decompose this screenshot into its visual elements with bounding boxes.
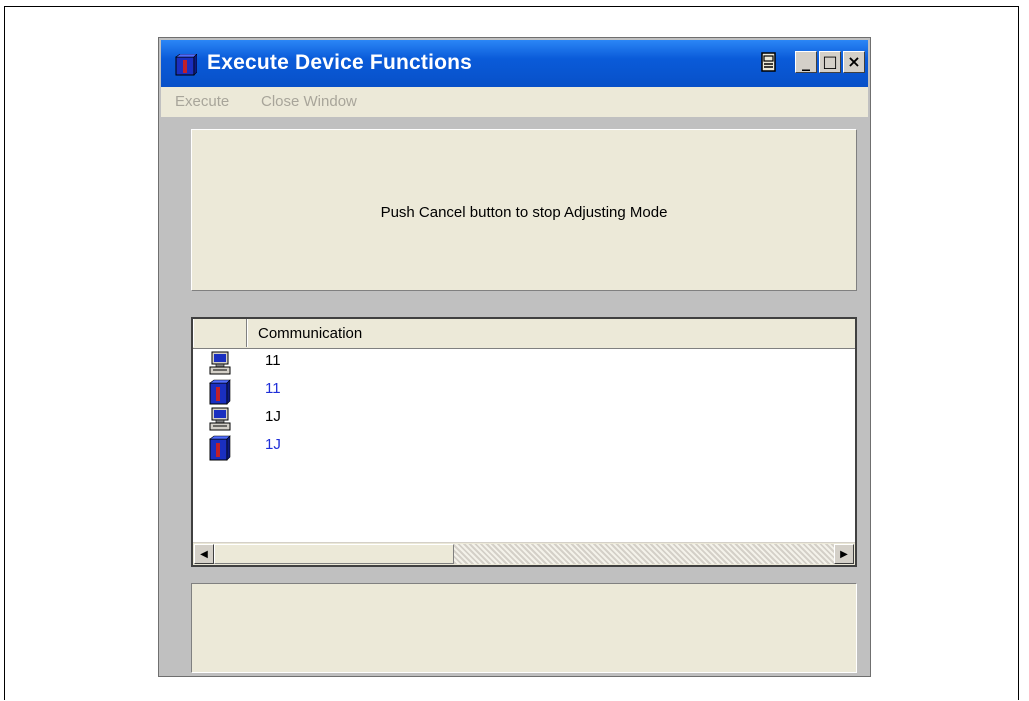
column-header-label: Communication	[258, 325, 363, 342]
column-header-communication[interactable]: Communication	[247, 319, 855, 347]
title-bar[interactable]: Execute Device Functions _ □ ×	[161, 40, 868, 87]
list-item[interactable]: 11	[193, 349, 855, 377]
minimize-button[interactable]: _	[795, 51, 817, 73]
device-block-icon	[209, 435, 231, 461]
menu-execute[interactable]: Execute	[175, 93, 229, 110]
arrow-right-icon: ▶	[840, 548, 848, 560]
list-header: Communication	[193, 319, 855, 349]
device-block-icon	[209, 379, 231, 405]
arrow-left-icon: ◀	[200, 548, 208, 560]
device-block-icon	[175, 54, 197, 76]
row-communication-value: 1J	[265, 408, 281, 425]
maximize-button[interactable]: □	[819, 51, 841, 73]
row-communication-value: 11	[265, 380, 281, 397]
horizontal-scrollbar[interactable]: ◀ ▶	[193, 542, 855, 565]
row-communication-value: 1J	[265, 436, 281, 453]
message-panel: Push Cancel button to stop Adjusting Mod…	[191, 129, 857, 291]
client-area: Push Cancel button to stop Adjusting Mod…	[161, 117, 868, 674]
printer-icon	[761, 52, 776, 72]
menu-close-window[interactable]: Close Window	[261, 93, 357, 110]
close-button[interactable]: ×	[843, 51, 865, 73]
computer-icon	[209, 351, 231, 375]
list-item[interactable]: 1J	[193, 433, 855, 461]
communication-list[interactable]: Communication 11 11 1J 1J ◀ ▶	[191, 317, 857, 567]
computer-icon	[209, 407, 231, 431]
execute-device-functions-window: Execute Device Functions _ □ × Execute C…	[158, 37, 871, 677]
column-header-icon[interactable]	[193, 319, 247, 347]
maximize-icon: □	[822, 52, 838, 71]
close-icon: ×	[847, 52, 861, 71]
minimize-icon: _	[802, 52, 810, 71]
scroll-right-button[interactable]: ▶	[834, 544, 854, 564]
message-text: Push Cancel button to stop Adjusting Mod…	[380, 204, 668, 221]
window-title: Execute Device Functions	[207, 51, 473, 74]
scroll-left-button[interactable]: ◀	[194, 544, 214, 564]
list-item[interactable]: 11	[193, 377, 855, 405]
scrollbar-thumb[interactable]	[214, 544, 454, 564]
row-communication-value: 11	[265, 352, 281, 369]
status-panel	[191, 583, 857, 673]
print-button[interactable]	[759, 51, 781, 73]
list-item[interactable]: 1J	[193, 405, 855, 433]
menu-bar: Execute Close Window	[161, 87, 868, 117]
